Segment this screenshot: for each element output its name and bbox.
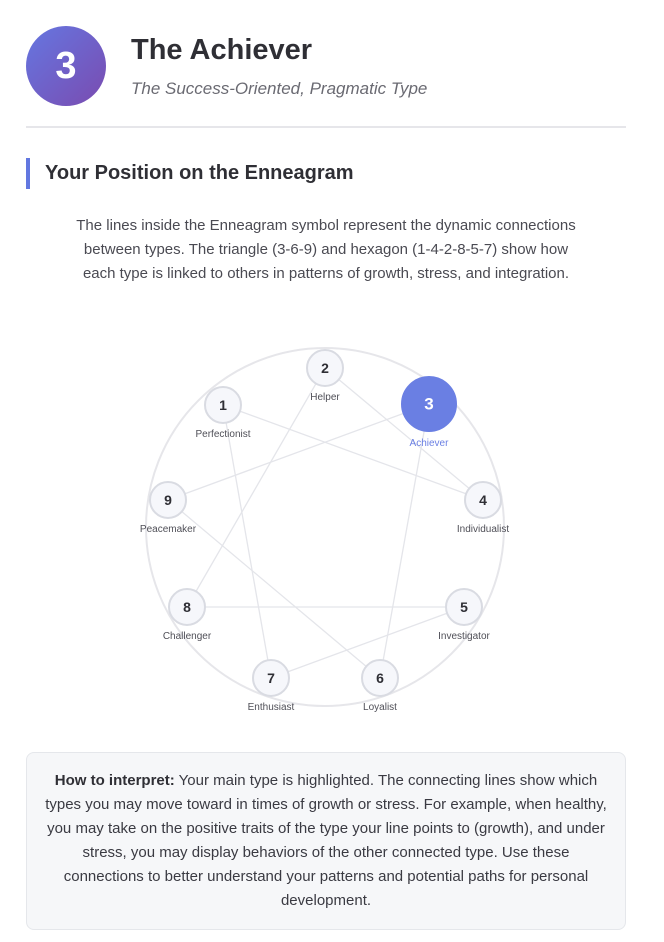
section-title: Your Position on the Enneagram [45, 162, 354, 184]
interpretation-box: How to interpret: Your main type is high… [26, 752, 626, 930]
node-number: 1 [219, 397, 227, 413]
node-label: Loyalist [363, 702, 397, 713]
node-number: 5 [460, 599, 468, 615]
node-label: Perfectionist [195, 429, 250, 440]
enneagram-node-5[interactable]: 5 Investigator [438, 588, 491, 642]
node-label: Peacemaker [140, 524, 197, 535]
node-number: 7 [267, 670, 275, 686]
node-number: 3 [424, 395, 433, 414]
section-intro: The lines inside the Enneagram symbol re… [76, 217, 576, 282]
node-label: Enthusiast [248, 702, 295, 713]
interpretation-body: Your main type is highlighted. The conne… [45, 772, 607, 909]
connection-line-7-1 [222, 404, 272, 679]
enneagram-type-nodes: 1 Perfectionist 2 Helper 3 Achiever 4 Individua… [140, 349, 509, 713]
header-divider [26, 126, 626, 128]
node-label: Investigator [438, 631, 490, 642]
node-number: 4 [479, 492, 487, 508]
node-number: 2 [321, 360, 329, 376]
type-header: 3 The Achiever The Success-Oriented, Pra… [26, 26, 626, 106]
connection-line-9-3 [167, 403, 430, 501]
enneagram-node-7[interactable]: 7 Enthusiast [248, 659, 295, 713]
node-label: Helper [310, 392, 340, 403]
node-label: Individualist [457, 524, 509, 535]
interpretation-label: How to interpret: [54, 772, 175, 789]
node-label: Achiever [410, 438, 450, 449]
node-label: Challenger [163, 631, 212, 642]
enneagram-node-4[interactable]: 4 Individualist [457, 481, 509, 535]
type-subtitle: The Success-Oriented, Pragmatic Type [131, 79, 428, 98]
enneagram-node-3[interactable]: 3 Achiever [401, 376, 457, 449]
enneagram-node-2[interactable]: 2 Helper [306, 349, 344, 403]
connection-line-4-2 [324, 367, 484, 501]
section-heading: Your Position on the Enneagram [26, 158, 354, 189]
enneagram-node-8[interactable]: 8 Challenger [163, 588, 212, 642]
connection-line-6-9 [167, 499, 381, 679]
enneagram-node-9[interactable]: 9 Peacemaker [140, 481, 197, 535]
enneagram-node-1[interactable]: 1 Perfectionist [195, 386, 251, 440]
node-number: 8 [183, 599, 191, 615]
enneagram-node-6[interactable]: 6 Loyalist [361, 659, 399, 713]
type-title: The Achiever [131, 34, 313, 66]
type-number-badge: 3 [26, 26, 106, 106]
node-number: 9 [164, 492, 172, 508]
interpretation-text: How to interpret: Your main type is high… [45, 769, 607, 913]
node-number: 6 [376, 670, 384, 686]
